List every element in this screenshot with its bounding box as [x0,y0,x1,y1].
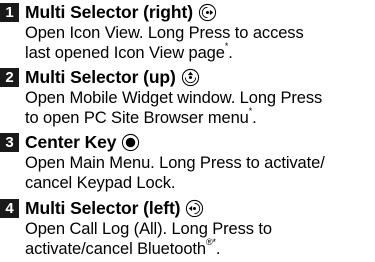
entry-4-desc-line1: Open Call Log (All). Long Press to [25,220,272,238]
entry-4-registered-mark: ® [205,236,213,247]
entry-1-description: Open Icon View. Long Press to access las… [0,24,375,63]
entry-1-desc-line1: Open Icon View. Long Press to access [25,24,304,42]
entry-4-footnote-mark: * [212,236,217,247]
entry-3: 3 Center Key Open Main Menu. Long Press … [0,130,375,193]
multi-selector-right-icon [198,3,217,21]
entry-1-title: Multi Selector (right) [25,2,193,22]
multi-selector-up-icon [181,68,199,86]
entry-4-heading: 4 Multi Selector (left) [0,196,375,220]
entry-3-title: Center Key [25,132,117,152]
entry-2-heading: 2 Multi Selector (up) [0,65,375,89]
entry-1-desc-end: . [228,43,233,62]
entry-3-description: Open Main Menu. Long Press to activate/ … [0,154,375,193]
entry-1-number-badge: 1 [0,2,19,22]
entry-2-title: Multi Selector (up) [25,67,176,87]
entry-3-desc-line2: cancel Keypad Lock. [25,173,176,192]
entry-4-title: Multi Selector (left) [25,198,181,218]
entry-4-desc-line2: activate/cancel Bluetooth [25,239,206,258]
entry-1-desc-line2-wrap: last opened Icon View page*. [25,40,375,64]
entry-2-desc-line2-wrap: to open PC Site Browser menu*. [25,105,375,129]
entry-4-desc-line2-wrap: activate/cancel Bluetooth®*. [25,236,375,260]
entry-2-desc-line2: to open PC Site Browser menu [25,108,249,127]
entry-2-footnote-mark: * [248,105,253,116]
entry-4-description: Open Call Log (All). Long Press to activ… [0,220,375,259]
entry-4: 4 Multi Selector (left) Open Call Log (A… [0,196,375,259]
entry-4-desc-end: . [215,239,221,258]
entry-1: 1 Multi Selector (right) Open Icon View.… [0,0,375,63]
entry-3-desc-line1: Open Main Menu. Long Press to activate/ [25,154,325,172]
entry-2-desc-line1: Open Mobile Widget window. Long Press [25,89,323,107]
entry-1-footnote-mark: * [224,40,229,51]
entry-2: 2 Multi Selector (up) Open Mobile Widget… [0,65,375,128]
multi-selector-left-icon [186,199,204,217]
entry-3-heading: 3 Center Key [0,130,375,154]
entry-4-number-badge: 4 [0,198,19,218]
entry-2-number-badge: 2 [0,67,19,87]
entry-1-desc-line2: last opened Icon View page [25,43,225,62]
entry-2-description: Open Mobile Widget window. Long Press to… [0,89,375,128]
entry-3-number-badge: 3 [0,132,19,152]
center-key-icon [122,133,140,151]
entry-2-desc-end: . [252,108,257,127]
entry-1-heading: 1 Multi Selector (right) [0,0,375,24]
